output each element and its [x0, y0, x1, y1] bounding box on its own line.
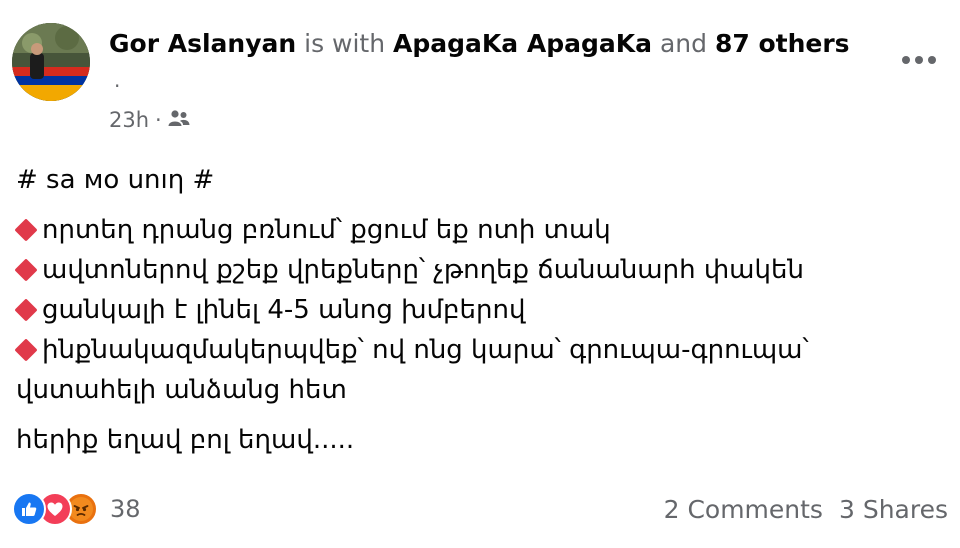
post-header: Gor Aslanyan is with ApagaKa ApagaKa and…: [12, 20, 952, 140]
like-icon: [12, 492, 46, 526]
bullet-continuation: վստահելի անձանց հետ: [16, 375, 347, 405]
bullet-text: ցանկալի է լինել 4-5 անոց խմբերով: [42, 295, 526, 325]
author-name[interactable]: Gor Aslanyan: [109, 29, 296, 58]
reactions-summary[interactable]: 38: [12, 492, 141, 526]
list-item: որտեղ դրանց բռնում՝ քցում եք ոտի տակ: [14, 210, 946, 250]
red-diamond-icon: [14, 338, 38, 362]
post-meta: 23h ·: [109, 108, 190, 132]
post-closing-line: հերիք եղավ բոլ եղավ.....: [16, 425, 355, 455]
post-body: # sa мо unıη # որտեղ դրանց բռնում՝ քցում…: [14, 160, 946, 460]
avatar[interactable]: [12, 23, 90, 101]
friends-icon[interactable]: [168, 108, 190, 132]
list-item: ավտոներով քշեք վրեքները՝ չթողեք ճանանարհ…: [14, 250, 946, 290]
comments-count-link[interactable]: 2 Comments: [664, 495, 823, 524]
more-dot-icon: [928, 56, 936, 64]
others-link[interactable]: 87 others: [715, 29, 850, 58]
tagged-user[interactable]: ApagaKa ApagaKa: [393, 29, 652, 58]
red-diamond-icon: [14, 298, 38, 322]
author-line-dot: .: [114, 68, 121, 92]
post-author-line: Gor Aslanyan is with ApagaKa ApagaKa and…: [109, 28, 850, 60]
more-options-button[interactable]: [896, 50, 942, 70]
list-item: ցանկալի է լինել 4-5 անոց խմբերով: [14, 290, 946, 330]
meta-separator: ·: [155, 108, 162, 132]
engagement-stats: 2 Comments 3 Shares: [664, 495, 948, 524]
red-diamond-icon: [14, 258, 38, 282]
list-item: ինքնակազմակերպվեք՝ ով ոնց կարա՝ գրուպա-գ…: [14, 330, 946, 370]
reaction-count[interactable]: 38: [110, 495, 141, 523]
bullet-text: ինքնակազմակերպվեք՝ ով ոնց կարա՝ գրուպա-գ…: [42, 335, 809, 365]
red-diamond-icon: [14, 218, 38, 242]
bullet-text: ավտոներով քշեք վրեքները՝ չթողեք ճանանարհ…: [42, 255, 804, 285]
and-text: and: [659, 29, 707, 58]
bullet-text: որտեղ դրանց բռնում՝ քցում եք ոտի տակ: [42, 215, 611, 245]
is-with-text: is with: [304, 29, 386, 58]
more-dot-icon: [902, 56, 910, 64]
more-dot-icon: [915, 56, 923, 64]
post-time[interactable]: 23h: [109, 108, 149, 132]
shares-count-link[interactable]: 3 Shares: [839, 495, 948, 524]
post-hashtag: # sa мо unıη #: [16, 165, 215, 195]
post-footer: 38 2 Comments 3 Shares: [12, 486, 948, 532]
